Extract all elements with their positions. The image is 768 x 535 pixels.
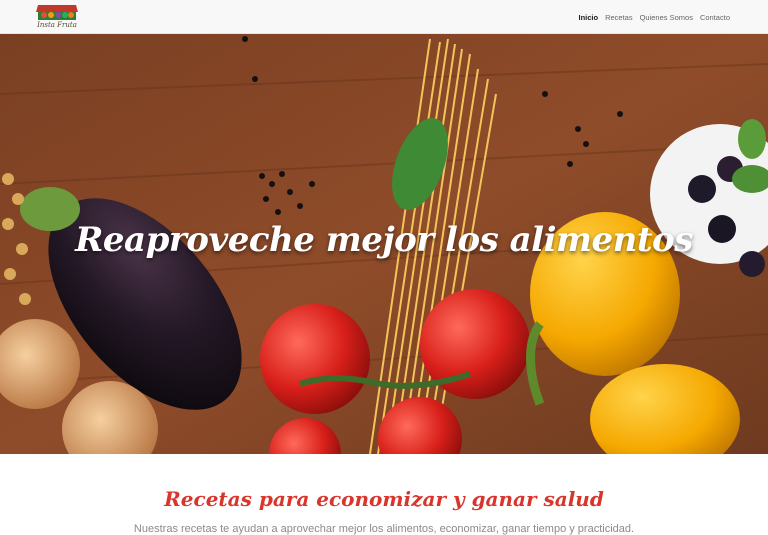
section-title: Recetas para economizar y ganar salud — [164, 487, 604, 512]
section-description: Nuestras recetas te ayudan a aprovechar … — [133, 523, 635, 535]
nav-link-inicio[interactable]: Inicio — [578, 13, 598, 22]
navbar: Insta Fruta Inicio Recetas Quienes Somos… — [0, 0, 768, 34]
hero-banner: Reaproveche mejor los alimentos — [0, 34, 768, 454]
hero-title: Reaproveche mejor los alimentos — [75, 220, 693, 260]
nav-link-contacto[interactable]: Contacto — [700, 13, 730, 22]
logo-text: Insta Fruta — [37, 21, 77, 29]
nav-link-quienes-somos[interactable]: Quienes Somos — [640, 13, 693, 22]
nav-link-recetas[interactable]: Recetas — [605, 13, 633, 22]
main-nav: Inicio Recetas Quienes Somos Contacto — [578, 0, 730, 34]
